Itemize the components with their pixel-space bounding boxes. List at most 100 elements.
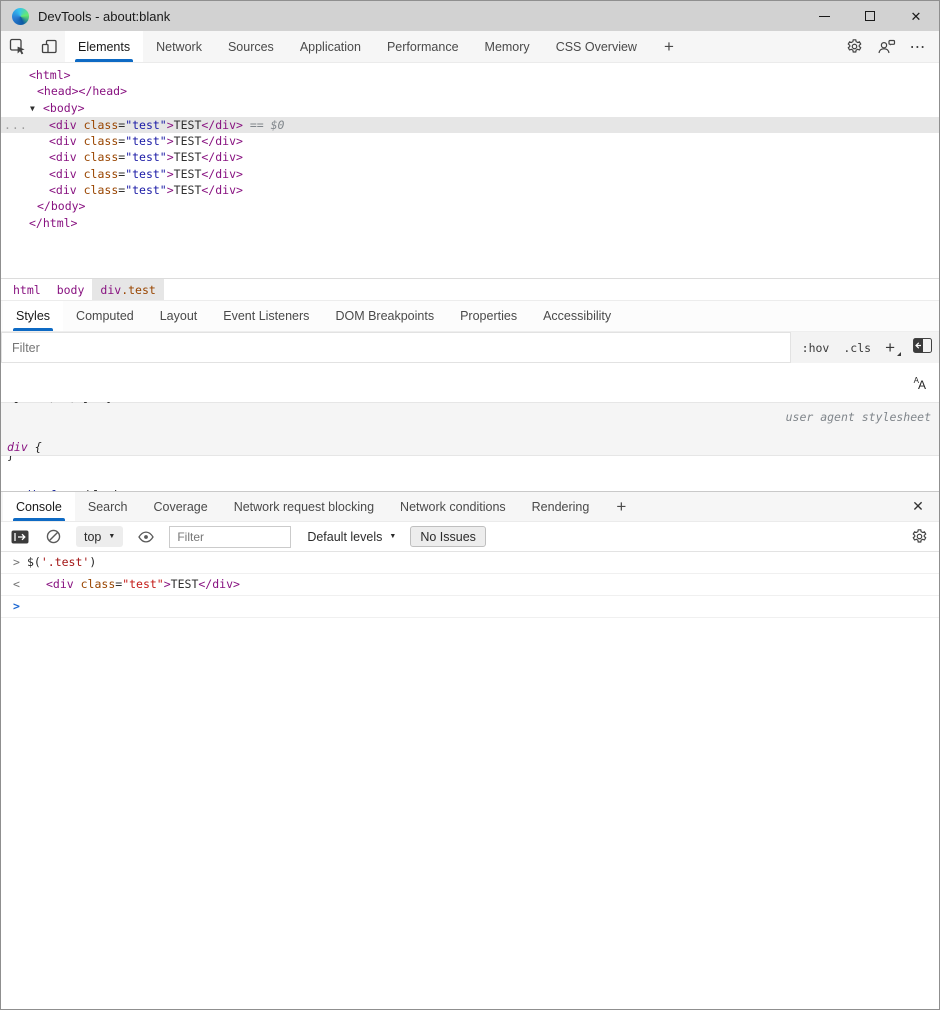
close-button[interactable]: ✕ [893,1,939,31]
tab-performance[interactable]: Performance [374,31,472,62]
dom-tree-row[interactable]: <head></head> [1,83,939,99]
prompt-space [27,599,34,613]
selected-node-hint: == $0 [243,118,285,132]
breadcrumb-item[interactable]: body [49,279,93,300]
drawer-tab-network-request-blocking[interactable]: Network request blocking [221,492,387,521]
code-token: ) [89,555,96,569]
styles-tab-properties[interactable]: Properties [447,301,530,331]
code-token: "test" [125,118,167,132]
new-style-rule-button[interactable]: + [885,339,899,356]
dom-tree-row[interactable]: ▼<body> [1,100,939,117]
tab-application[interactable]: Application [287,31,374,62]
styles-tab-computed[interactable]: Computed [63,301,147,331]
add-panel-button[interactable]: + [650,31,688,62]
edge-logo-icon [12,8,29,25]
code-token: TEST [174,167,202,181]
tab-network[interactable]: Network [143,31,215,62]
console-settings-button[interactable] [911,528,928,545]
dom-tree-row[interactable]: <div class="test">TEST</div> [1,166,939,182]
settings-gear-icon[interactable] [841,38,867,55]
tab-sources[interactable]: Sources [215,31,287,62]
code-token: $( [27,555,41,569]
tab-elements[interactable]: Elements [65,31,143,62]
code-token: <div [46,577,74,591]
crumb-token: div [100,283,121,297]
dom-tree-row[interactable]: <html> [1,67,939,83]
node-menu-marker: ... [4,117,28,133]
code-token: TEST [174,183,202,197]
dom-tree-row[interactable]: </body> [1,198,939,214]
code-token: class [74,577,116,591]
drawer-tab-console[interactable]: Console [3,492,75,521]
close-drawer-button[interactable]: ✕ [903,492,933,521]
inspect-icon [9,38,26,55]
inspect-element-button[interactable] [1,31,33,62]
breadcrumb-item[interactable]: html [5,279,49,300]
console-prompt[interactable]: > [1,596,939,618]
tab-memory[interactable]: Memory [472,31,543,62]
dom-tree-row[interactable]: ...<div class="test">TEST</div> == $0 [1,117,939,133]
element-class-toggle[interactable]: .cls [843,341,871,355]
dom-tree-row[interactable]: <div class="test">TEST</div> [1,182,939,198]
dom-tree-row[interactable]: </html> [1,215,939,231]
styles-tab-layout[interactable]: Layout [147,301,211,331]
log-levels-dropdown[interactable]: Default levels ▼ [307,530,396,544]
minimize-button[interactable] [801,1,847,31]
add-drawer-tab-button[interactable]: + [602,492,640,521]
code-token: "test" [122,577,164,591]
expand-arrow-icon[interactable]: ▼ [30,101,43,117]
code-token: "test" [125,134,167,148]
device-toolbar-icon[interactable] [33,31,65,62]
feedback-icon[interactable] [873,39,899,55]
window-controls: ✕ [801,1,939,31]
prompt-chevron-icon: > [13,600,20,613]
maximize-button[interactable] [847,1,893,31]
issues-badge[interactable]: No Issues [410,526,486,547]
user-agent-rule[interactable]: div { display: block; } user agent style… [1,403,939,456]
clear-console-button[interactable] [45,528,62,545]
code-token: class [77,167,119,181]
code-token: </div> [201,183,243,197]
computed-sidebar-toggle[interactable] [913,338,932,358]
drawer-tab-network-conditions[interactable]: Network conditions [387,492,519,521]
code-token: <div [49,118,77,132]
main-toolbar: ElementsNetworkSourcesApplicationPerform… [1,31,939,63]
element-style-rule[interactable]: element.style { } AA [1,363,939,403]
live-expression-button[interactable] [137,530,155,544]
titlebar: DevTools - about:blank ✕ [1,1,939,31]
code-token: </div> [198,577,240,591]
styles-tab-accessibility[interactable]: Accessibility [530,301,624,331]
drawer-tab-rendering[interactable]: Rendering [519,492,603,521]
dom-tree-row[interactable]: <div class="test">TEST</div> [1,133,939,149]
rule-selector-line[interactable]: div { [7,439,939,455]
styles-tab-styles[interactable]: Styles [3,301,63,331]
breadcrumb-item[interactable]: div.test [92,279,163,300]
code-token: class [77,150,119,164]
main-tabs: ElementsNetworkSourcesApplicationPerform… [65,31,650,62]
code-token: "test" [125,167,167,181]
code-token: <head></head> [37,84,127,98]
console-result[interactable]: <<div class="test">TEST</div> [1,574,939,596]
pseudo-state-toggle[interactable]: :hov [802,341,830,355]
more-options-icon[interactable]: ⋯ [905,37,931,57]
drawer-tab-search[interactable]: Search [75,492,141,521]
console-sidebar-toggle[interactable] [11,530,29,544]
code-token: </div> [201,134,243,148]
styles-filter-input[interactable] [1,332,791,363]
tab-css-overview[interactable]: CSS Overview [543,31,650,62]
code-token: "test" [125,150,167,164]
dom-tree-row[interactable]: <div class="test">TEST</div> [1,149,939,165]
gear-icon [911,528,928,545]
styles-tab-dom-breakpoints[interactable]: DOM Breakpoints [322,301,447,331]
code-token: > [167,183,174,197]
console-filter-input[interactable] [169,526,291,548]
rule-selector[interactable]: div [7,440,28,454]
code-token: > [167,150,174,164]
execution-context-selector[interactable]: top ▼ [76,526,123,547]
elements-tree: <html><head></head>▼<body>...<div class=… [1,63,939,278]
font-editor-icon[interactable]: AA [914,377,926,393]
code-token: '.test' [41,555,89,569]
drawer-tab-coverage[interactable]: Coverage [140,492,220,521]
code-token: </html> [29,216,77,230]
styles-tab-event-listeners[interactable]: Event Listeners [210,301,322,331]
